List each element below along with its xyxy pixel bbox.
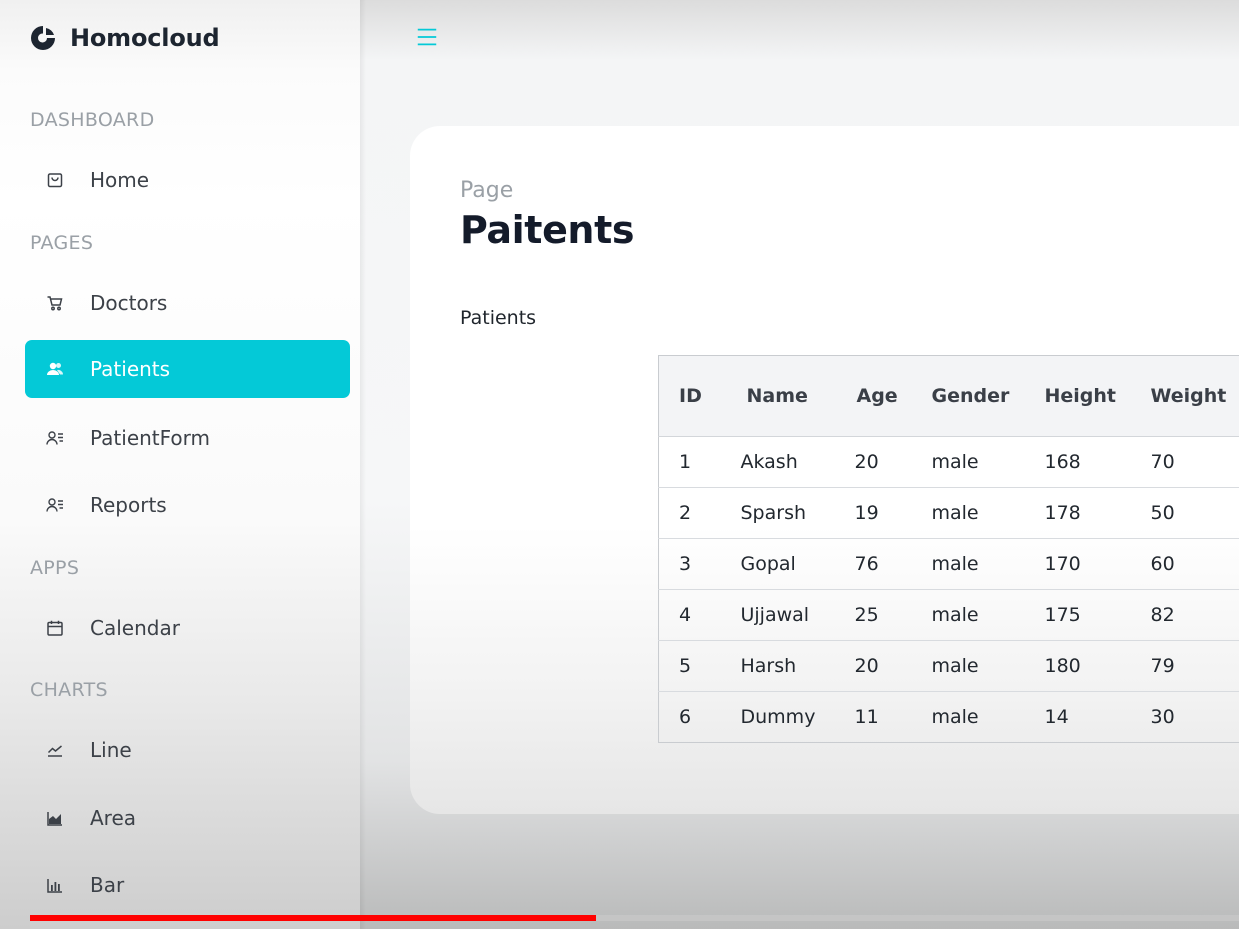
cell-name: Harsh bbox=[720, 640, 835, 692]
cell-gender: male bbox=[911, 640, 1025, 692]
sidebar-item-calendar[interactable]: Calendar bbox=[25, 599, 350, 657]
sidebar-item-line[interactable]: Line bbox=[25, 721, 350, 779]
calendar-icon bbox=[45, 618, 65, 638]
table-row[interactable]: 6 Dummy 11 male 14 30 bbox=[659, 692, 1239, 743]
table-caption: Patients bbox=[460, 307, 537, 329]
sidebar-item-label: Patients bbox=[90, 357, 171, 381]
cell-name: Akash bbox=[720, 436, 835, 488]
section-title-pages: PAGES bbox=[30, 232, 94, 254]
page-title: Paitents bbox=[460, 208, 635, 252]
cell-weight: 70 bbox=[1130, 436, 1239, 488]
line-chart-icon bbox=[45, 740, 65, 760]
cell-id: 5 bbox=[658, 640, 721, 692]
section-title-charts: CHARTS bbox=[30, 679, 108, 701]
cell-id: 1 bbox=[658, 436, 721, 488]
cell-name: Dummy bbox=[740, 706, 816, 728]
cell-gender: male bbox=[911, 589, 1025, 641]
table-row[interactable]: 5 Harsh 20 male 180 79 bbox=[658, 640, 1239, 692]
cell-height: 180 bbox=[1024, 640, 1131, 692]
user-list-icon bbox=[45, 428, 65, 448]
sidebar-item-label: Bar bbox=[90, 873, 125, 897]
cell-weight: 79 bbox=[1130, 640, 1239, 692]
cell-age: 25 bbox=[834, 589, 912, 641]
cell-height: 178 bbox=[1024, 487, 1131, 539]
user-list-icon bbox=[45, 495, 65, 515]
cell-height: 14 bbox=[1044, 706, 1069, 728]
video-progress-fill bbox=[30, 915, 596, 921]
cell-age: 76 bbox=[834, 538, 912, 590]
homocloud-logo-icon bbox=[31, 26, 55, 50]
shopping-cart-icon bbox=[45, 293, 65, 313]
cell-gender: male bbox=[931, 706, 979, 728]
brand-name: Homocloud bbox=[70, 24, 220, 52]
bar-chart-icon bbox=[45, 875, 65, 895]
table-row[interactable]: 2 Sparsh 19 male 178 50 bbox=[658, 487, 1239, 539]
sidebar-item-area[interactable]: Area bbox=[25, 789, 350, 847]
sidebar-item-label: Line bbox=[90, 738, 132, 762]
table-header-row: ID Name Age Gender Height Weight bbox=[658, 355, 1239, 437]
shopping-bag-icon bbox=[45, 170, 65, 190]
cell-name: Sparsh bbox=[720, 487, 835, 539]
sidebar-item-label: Area bbox=[90, 806, 137, 830]
cell-weight: 30 bbox=[1150, 706, 1175, 728]
sidebar-item-reports[interactable]: Reports bbox=[25, 476, 350, 534]
brand[interactable]: Homocloud bbox=[30, 22, 220, 54]
cell-id: 2 bbox=[658, 487, 721, 539]
column-header-age[interactable]: Age bbox=[834, 355, 912, 437]
cell-name: Gopal bbox=[720, 538, 835, 590]
column-header-gender[interactable]: Gender bbox=[911, 355, 1025, 437]
cell-id: 4 bbox=[658, 589, 721, 641]
cell-height: 168 bbox=[1024, 436, 1131, 488]
sidebar: Homocloud DASHBOARD Home PAGES Doctors P… bbox=[0, 0, 366, 929]
sidebar-item-doctors[interactable]: Doctors bbox=[25, 274, 350, 332]
cell-height: 170 bbox=[1024, 538, 1131, 590]
page-kicker: Page bbox=[460, 178, 514, 203]
cell-id: 6 bbox=[679, 706, 692, 728]
hamburger-menu-button[interactable] bbox=[414, 24, 440, 50]
cell-gender: male bbox=[911, 538, 1025, 590]
sidebar-item-label: Doctors bbox=[90, 291, 168, 315]
column-header-name[interactable]: Name bbox=[720, 355, 835, 437]
cell-weight: 50 bbox=[1130, 487, 1239, 539]
cell-id: 3 bbox=[658, 538, 721, 590]
sidebar-item-patients[interactable]: Patients bbox=[25, 340, 350, 398]
cell-weight: 60 bbox=[1130, 538, 1239, 590]
cell-age: 20 bbox=[834, 640, 912, 692]
sidebar-item-label: Calendar bbox=[90, 616, 180, 640]
sidebar-item-label: PatientForm bbox=[90, 426, 211, 450]
section-title-dashboard: DASHBOARD bbox=[30, 109, 155, 131]
users-icon bbox=[45, 359, 65, 379]
hamburger-menu-icon bbox=[417, 28, 437, 46]
column-header-weight[interactable]: Weight bbox=[1130, 355, 1239, 437]
cell-age: 19 bbox=[834, 487, 912, 539]
table-row[interactable]: 3 Gopal 76 male 170 60 bbox=[658, 538, 1239, 590]
video-progress-bar[interactable] bbox=[30, 915, 1239, 921]
column-header-id[interactable]: ID bbox=[658, 355, 721, 437]
patients-table: ID Name Age Gender Height Weight 1 Akash… bbox=[658, 355, 1239, 743]
sidebar-item-bar[interactable]: Bar bbox=[25, 856, 350, 914]
cell-name: Ujjawal bbox=[720, 589, 835, 641]
cell-gender: male bbox=[911, 487, 1025, 539]
sidebar-item-home[interactable]: Home bbox=[25, 151, 350, 209]
cell-weight: 82 bbox=[1130, 589, 1239, 641]
sidebar-item-patientform[interactable]: PatientForm bbox=[25, 409, 350, 467]
column-header-height[interactable]: Height bbox=[1024, 355, 1131, 437]
table-row[interactable]: 1 Akash 20 male 168 70 bbox=[658, 436, 1239, 488]
cell-gender: male bbox=[911, 436, 1025, 488]
area-chart-icon bbox=[45, 808, 65, 828]
sidebar-item-label: Reports bbox=[90, 493, 167, 517]
cell-height: 175 bbox=[1024, 589, 1131, 641]
cell-age: 11 bbox=[854, 706, 879, 728]
cell-age: 20 bbox=[834, 436, 912, 488]
section-title-apps: APPS bbox=[30, 557, 80, 579]
table-row[interactable]: 4 Ujjawal 25 male 175 82 bbox=[658, 589, 1239, 641]
sidebar-item-label: Home bbox=[90, 168, 150, 192]
